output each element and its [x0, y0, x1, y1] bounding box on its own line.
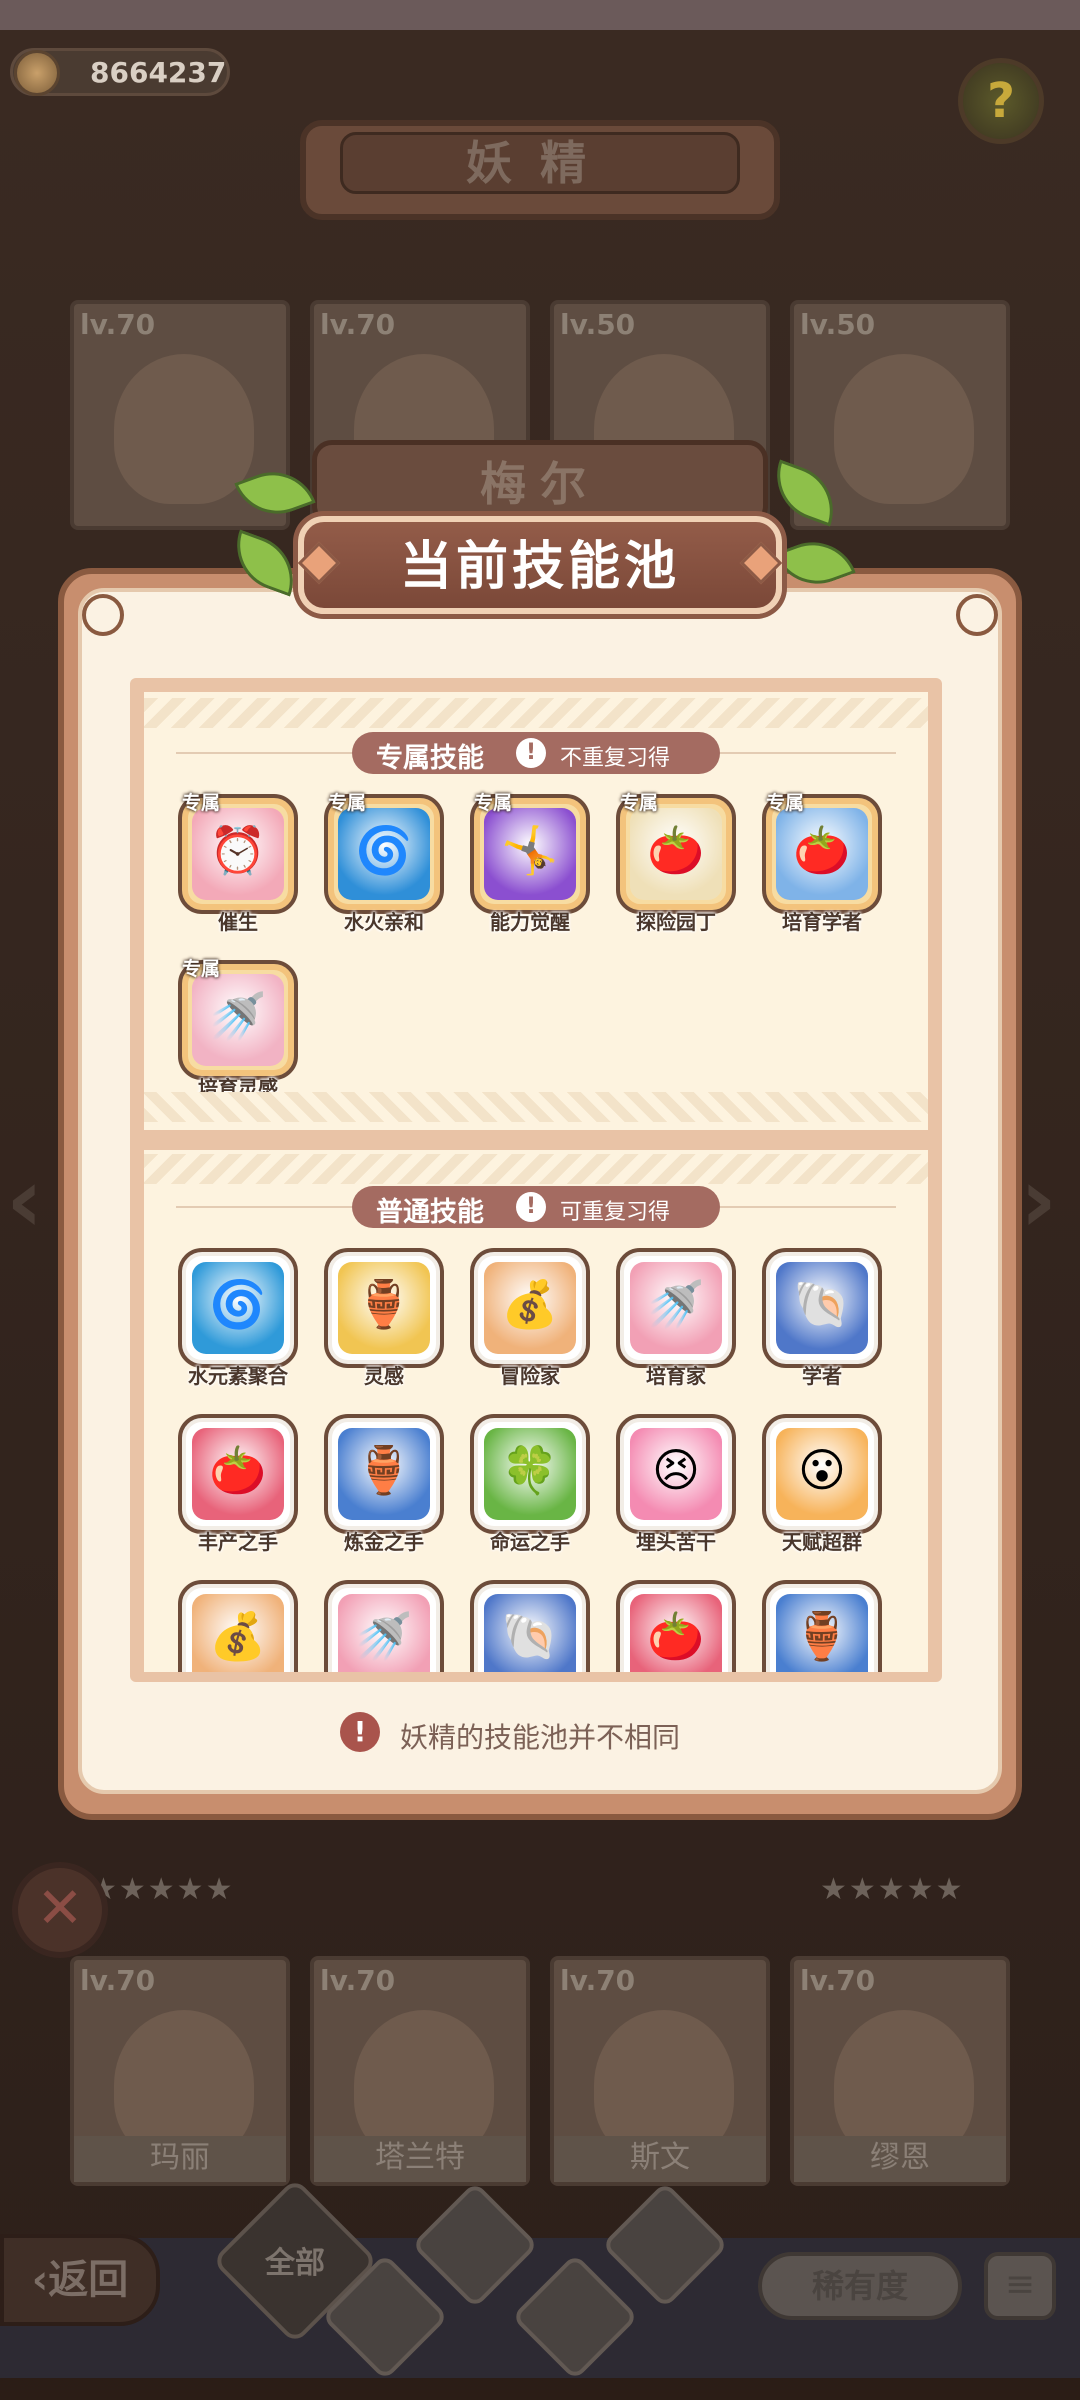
skill-glyph: 🌀 — [355, 823, 413, 877]
warning-icon: ! — [340, 1712, 380, 1752]
corner-ornament — [956, 594, 998, 636]
skill-glyph: 🚿 — [209, 989, 267, 1043]
skill-item[interactable]: 🤸 专属能力觉醒 — [470, 792, 590, 944]
divider-line — [720, 752, 896, 754]
footer-note: ! 妖精的技能池并不相同 — [340, 1710, 760, 1756]
skill-glyph: 🚿 — [355, 1609, 413, 1663]
footer-note-text: 妖精的技能池并不相同 — [400, 1721, 681, 1754]
common-skills-note: 可重复习得 — [560, 1200, 671, 1225]
skill-glyph: 🍅 — [647, 823, 705, 877]
skill-item[interactable]: 🏺 灵感 — [324, 1248, 444, 1398]
divider-line — [720, 1206, 896, 1208]
warning-icon: ! — [516, 1192, 546, 1222]
skill-glyph: 🏺 — [355, 1443, 413, 1497]
exclusive-skills-note: 不重复习得 — [560, 746, 671, 771]
skill-item[interactable]: 🍅 专属探险园丁 — [616, 792, 736, 944]
skill-glyph: 🐚 — [793, 1277, 851, 1331]
divider-line — [176, 1206, 352, 1208]
common-skills-header: 普通技能 ! 可重复习得 — [352, 1186, 720, 1228]
skill-glyph: 🤸 — [501, 823, 559, 877]
skill-name: 催生 — [218, 910, 258, 934]
skill-item[interactable]: 🚿 培育家 — [616, 1248, 736, 1398]
skill-item[interactable]: 🚿 — [324, 1580, 444, 1672]
skill-glyph: 🍅 — [209, 1443, 267, 1497]
skill-item[interactable]: 🏺 炼金之手 — [324, 1414, 444, 1564]
skill-glyph: 💰 — [501, 1277, 559, 1331]
skill-item[interactable]: 🏺 — [762, 1580, 882, 1672]
exclusive-tag: 专属 — [328, 792, 367, 814]
warning-icon: ! — [516, 738, 546, 768]
skill-glyph: 🍅 — [647, 1609, 705, 1663]
skill-item[interactable]: 🌀 专属水火亲和 — [324, 792, 444, 944]
selected-fairy-name: 梅尔 — [480, 457, 600, 511]
skill-name: 灵感 — [364, 1364, 404, 1388]
skill-item[interactable]: 🍅 专属培育学者 — [762, 792, 882, 944]
zigzag-trim — [144, 1092, 928, 1122]
exclusive-skills-title: 专属技能 — [376, 743, 484, 774]
skill-glyph: ⏰ — [209, 823, 267, 877]
skill-name: 探险园丁 — [636, 910, 716, 934]
exclusive-tag: 专属 — [182, 792, 221, 814]
skill-item[interactable]: 🐚 学者 — [762, 1248, 882, 1398]
skill-item[interactable]: ⏰ 专属催生 — [178, 792, 298, 944]
skill-name: 水元素聚合 — [188, 1364, 288, 1388]
corner-ornament — [82, 594, 124, 636]
section-divider — [144, 1130, 928, 1150]
skill-item[interactable]: 🐚 — [470, 1580, 590, 1672]
skill-name: 炼金之手 — [344, 1530, 424, 1554]
divider-line — [176, 752, 352, 754]
skill-item[interactable]: 🍅 丰产之手 — [178, 1414, 298, 1564]
skill-item[interactable]: 😣 埋头苦干 — [616, 1414, 736, 1564]
skill-glyph: 🍀 — [501, 1443, 559, 1497]
skill-name: 培育家 — [646, 1364, 706, 1388]
exclusive-tag: 专属 — [182, 958, 221, 980]
skill-glyph: 🏺 — [355, 1277, 413, 1331]
skill-name: 学者 — [802, 1364, 842, 1388]
skill-item[interactable]: 😮 天赋超群 — [762, 1414, 882, 1564]
zigzag-trim — [144, 698, 928, 728]
skill-name: 埋头苦干 — [636, 1530, 716, 1554]
skill-name: 培育学者 — [782, 910, 862, 934]
skill-item[interactable]: 🌀 水元素聚合 — [178, 1248, 298, 1398]
skill-glyph: 🐚 — [501, 1609, 559, 1663]
dialog-title: 当前技能池 — [399, 537, 680, 597]
skill-glyph: 😮 — [798, 1443, 846, 1497]
common-skills-title: 普通技能 — [376, 1197, 484, 1228]
skill-item[interactable]: 💰 冒险家 — [470, 1248, 590, 1398]
skill-name: 冒险家 — [500, 1364, 560, 1388]
exclusive-tag: 专属 — [766, 792, 805, 814]
skill-glyph: 🍅 — [793, 823, 851, 877]
zigzag-trim — [144, 1154, 928, 1184]
skill-name: 水火亲和 — [344, 910, 424, 934]
skill-glyph: 🏺 — [793, 1609, 851, 1663]
skill-name: 天赋超群 — [782, 1530, 862, 1554]
exclusive-tag: 专属 — [620, 792, 659, 814]
exclusive-tag: 专属 — [474, 792, 513, 814]
skill-name: 能力觉醒 — [490, 910, 570, 934]
skill-glyph: 😣 — [652, 1443, 700, 1497]
skill-item[interactable]: 🍅 — [616, 1580, 736, 1672]
skill-item[interactable]: 💰 — [178, 1580, 298, 1672]
skill-name: 丰产之手 — [198, 1530, 278, 1554]
skill-glyph: 🚿 — [647, 1277, 705, 1331]
skill-list-panel[interactable]: 专属技能 ! 不重复习得 ⏰ 专属 催生 🌀 专属 水火亲和 🤸 专属 能力觉醒 🍅 专属 探险园丁 🍅… — [144, 692, 928, 1672]
skill-item[interactable]: 🍀 命运之手 — [470, 1414, 590, 1564]
exclusive-skills-header: 专属技能 ! 不重复习得 — [352, 732, 720, 774]
skill-glyph: 🌀 — [209, 1277, 267, 1331]
skill-item[interactable]: 🚿 专属 培育灵感 — [178, 958, 298, 1110]
skill-name: 命运之手 — [490, 1530, 570, 1554]
skill-glyph: 💰 — [209, 1609, 267, 1663]
